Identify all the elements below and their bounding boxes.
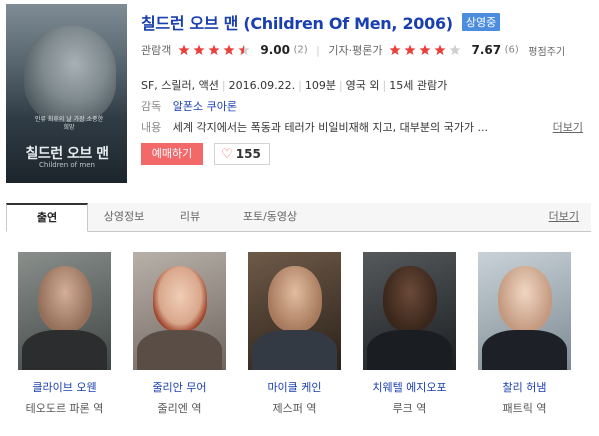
plot-row: 내용 세계 각지에서는 폭동과 테러가 비일비재해 지고, 대부분의 국가가 .… bbox=[141, 119, 488, 135]
age-grade: 15세 관람가 bbox=[389, 79, 448, 92]
critic-label: 기자·평론가 bbox=[328, 44, 383, 57]
star-icon bbox=[419, 44, 431, 55]
star-icon bbox=[208, 44, 220, 55]
cast-name[interactable]: 찰리 허냄 bbox=[467, 379, 582, 395]
cast-name[interactable]: 클라이브 오웬 bbox=[7, 379, 122, 395]
cast-item[interactable]: 마이클 케인 제스퍼 역 bbox=[237, 252, 352, 416]
cast-item[interactable]: 찰리 허냄 패트릭 역 bbox=[467, 252, 582, 416]
plot-more-link[interactable]: 더보기 bbox=[553, 119, 583, 135]
cast-clothes bbox=[482, 330, 567, 370]
critic-stars bbox=[389, 44, 465, 56]
divider: | bbox=[338, 79, 343, 92]
star-icon bbox=[449, 44, 461, 55]
reserve-button[interactable]: 예매하기 bbox=[141, 143, 203, 165]
tab-bar: 출연 상영정보 리뷰 포토/동영상 더보기 bbox=[6, 203, 591, 232]
director-row: 감독 알폰소 쿠아론 bbox=[141, 98, 237, 114]
stars-svg bbox=[389, 44, 461, 55]
cast-face bbox=[383, 266, 437, 332]
director-name[interactable]: 알폰소 쿠아론 bbox=[173, 100, 237, 113]
cast-photo[interactable] bbox=[248, 252, 341, 370]
star-icon bbox=[404, 44, 416, 55]
critic-score: 7.67 bbox=[471, 43, 502, 57]
audience-count: (2) bbox=[293, 44, 308, 56]
like-button[interactable]: ♡ 155 bbox=[214, 143, 270, 165]
cast-face bbox=[268, 266, 322, 332]
movie-title[interactable]: 칠드런 오브 맨 (Children Of Men, 2006) bbox=[141, 14, 453, 33]
star-icon bbox=[238, 44, 250, 55]
like-count: 155 bbox=[235, 147, 261, 161]
movie-info: SF, 스릴러, 액션 | 2016.09.22. | 109분 | 영국 외 | 15세 관람… bbox=[141, 77, 447, 93]
cast-name[interactable]: 치웨텔 에지오포 bbox=[352, 379, 467, 395]
cast-name[interactable]: 마이클 케인 bbox=[237, 379, 352, 395]
audience-score: 9.00 bbox=[260, 43, 290, 57]
tab-photo-video[interactable]: 포토/동영상 bbox=[224, 203, 316, 231]
cast-photo[interactable] bbox=[478, 252, 571, 370]
divider: | bbox=[316, 43, 320, 57]
star-icon bbox=[193, 44, 205, 55]
movie-poster[interactable]: 인류 최후의 날 가장 소중한 희망 칠드런 오브 맨 Children of … bbox=[6, 4, 127, 183]
star-icon bbox=[178, 44, 190, 55]
cast-item[interactable]: 줄리안 무어 줄리엔 역 bbox=[122, 252, 237, 416]
cast-photo[interactable] bbox=[363, 252, 456, 370]
cast-photo[interactable] bbox=[18, 252, 111, 370]
cast-clothes bbox=[252, 330, 337, 370]
runtime: 109분 bbox=[304, 79, 336, 92]
tab-reviews[interactable]: 리뷰 bbox=[164, 203, 216, 231]
cast-name[interactable]: 줄리안 무어 bbox=[122, 379, 237, 395]
tab-showtimes[interactable]: 상영정보 bbox=[88, 203, 160, 231]
stars-svg bbox=[178, 44, 250, 55]
cast-role: 루크 역 bbox=[392, 402, 427, 415]
cast-face bbox=[498, 266, 552, 332]
plot-label: 내용 bbox=[141, 121, 162, 134]
poster-tagline: 인류 최후의 날 가장 소중한 희망 bbox=[34, 116, 104, 131]
genre[interactable]: SF, 스릴러, 액션 bbox=[141, 79, 219, 92]
audience-stars bbox=[178, 44, 254, 56]
cast-clothes bbox=[367, 330, 452, 370]
country: 영국 외 bbox=[345, 79, 380, 92]
action-buttons: 예매하기 ♡ 155 bbox=[141, 143, 270, 165]
critic-count: (6) bbox=[504, 44, 519, 56]
cast-face bbox=[153, 266, 207, 332]
audience-label: 관람객 bbox=[141, 44, 172, 57]
cast-item[interactable]: 치웨텔 에지오포 루크 역 bbox=[352, 252, 467, 416]
poster-face-image bbox=[24, 26, 116, 122]
cast-clothes bbox=[22, 330, 107, 370]
star-icon bbox=[434, 44, 446, 55]
status-badge: 상영중 bbox=[461, 13, 501, 31]
star-icon bbox=[223, 44, 235, 55]
tab-cast[interactable]: 출연 bbox=[6, 203, 88, 232]
cast-photo[interactable] bbox=[133, 252, 226, 370]
heart-icon: ♡ bbox=[221, 147, 233, 162]
rating-row: 관람객 9.00 (2) | 기자·평론가 7.67 (6) 평점주기 bbox=[141, 42, 565, 58]
cast-role: 줄리엔 역 bbox=[157, 402, 202, 415]
rate-link[interactable]: 평점주기 bbox=[528, 47, 565, 58]
cast-item[interactable]: 클라이브 오웬 테오도르 파론 역 bbox=[7, 252, 122, 416]
cast-clothes bbox=[137, 330, 222, 370]
cast-role: 테오도르 파론 역 bbox=[25, 402, 104, 415]
cast-role: 제스퍼 역 bbox=[272, 402, 317, 415]
release-date: 2016.09.22. bbox=[228, 79, 296, 92]
plot-text: 세계 각지에서는 폭동과 테러가 비일비재해 지고, 대부분의 국가가 ... bbox=[172, 121, 488, 134]
star-icon bbox=[389, 44, 401, 55]
director-label: 감독 bbox=[141, 100, 162, 113]
title-row: 칠드런 오브 맨 (Children Of Men, 2006) 상영중 bbox=[141, 10, 501, 34]
divider: | bbox=[382, 79, 387, 92]
divider: | bbox=[221, 79, 226, 92]
poster-subtitle: Children of men bbox=[39, 161, 95, 169]
tabs-more-link[interactable]: 더보기 bbox=[549, 203, 579, 231]
poster-title: 칠드런 오브 맨 bbox=[25, 146, 109, 162]
cast-role: 패트릭 역 bbox=[502, 402, 547, 415]
divider: | bbox=[298, 79, 302, 92]
cast-face bbox=[38, 266, 92, 332]
